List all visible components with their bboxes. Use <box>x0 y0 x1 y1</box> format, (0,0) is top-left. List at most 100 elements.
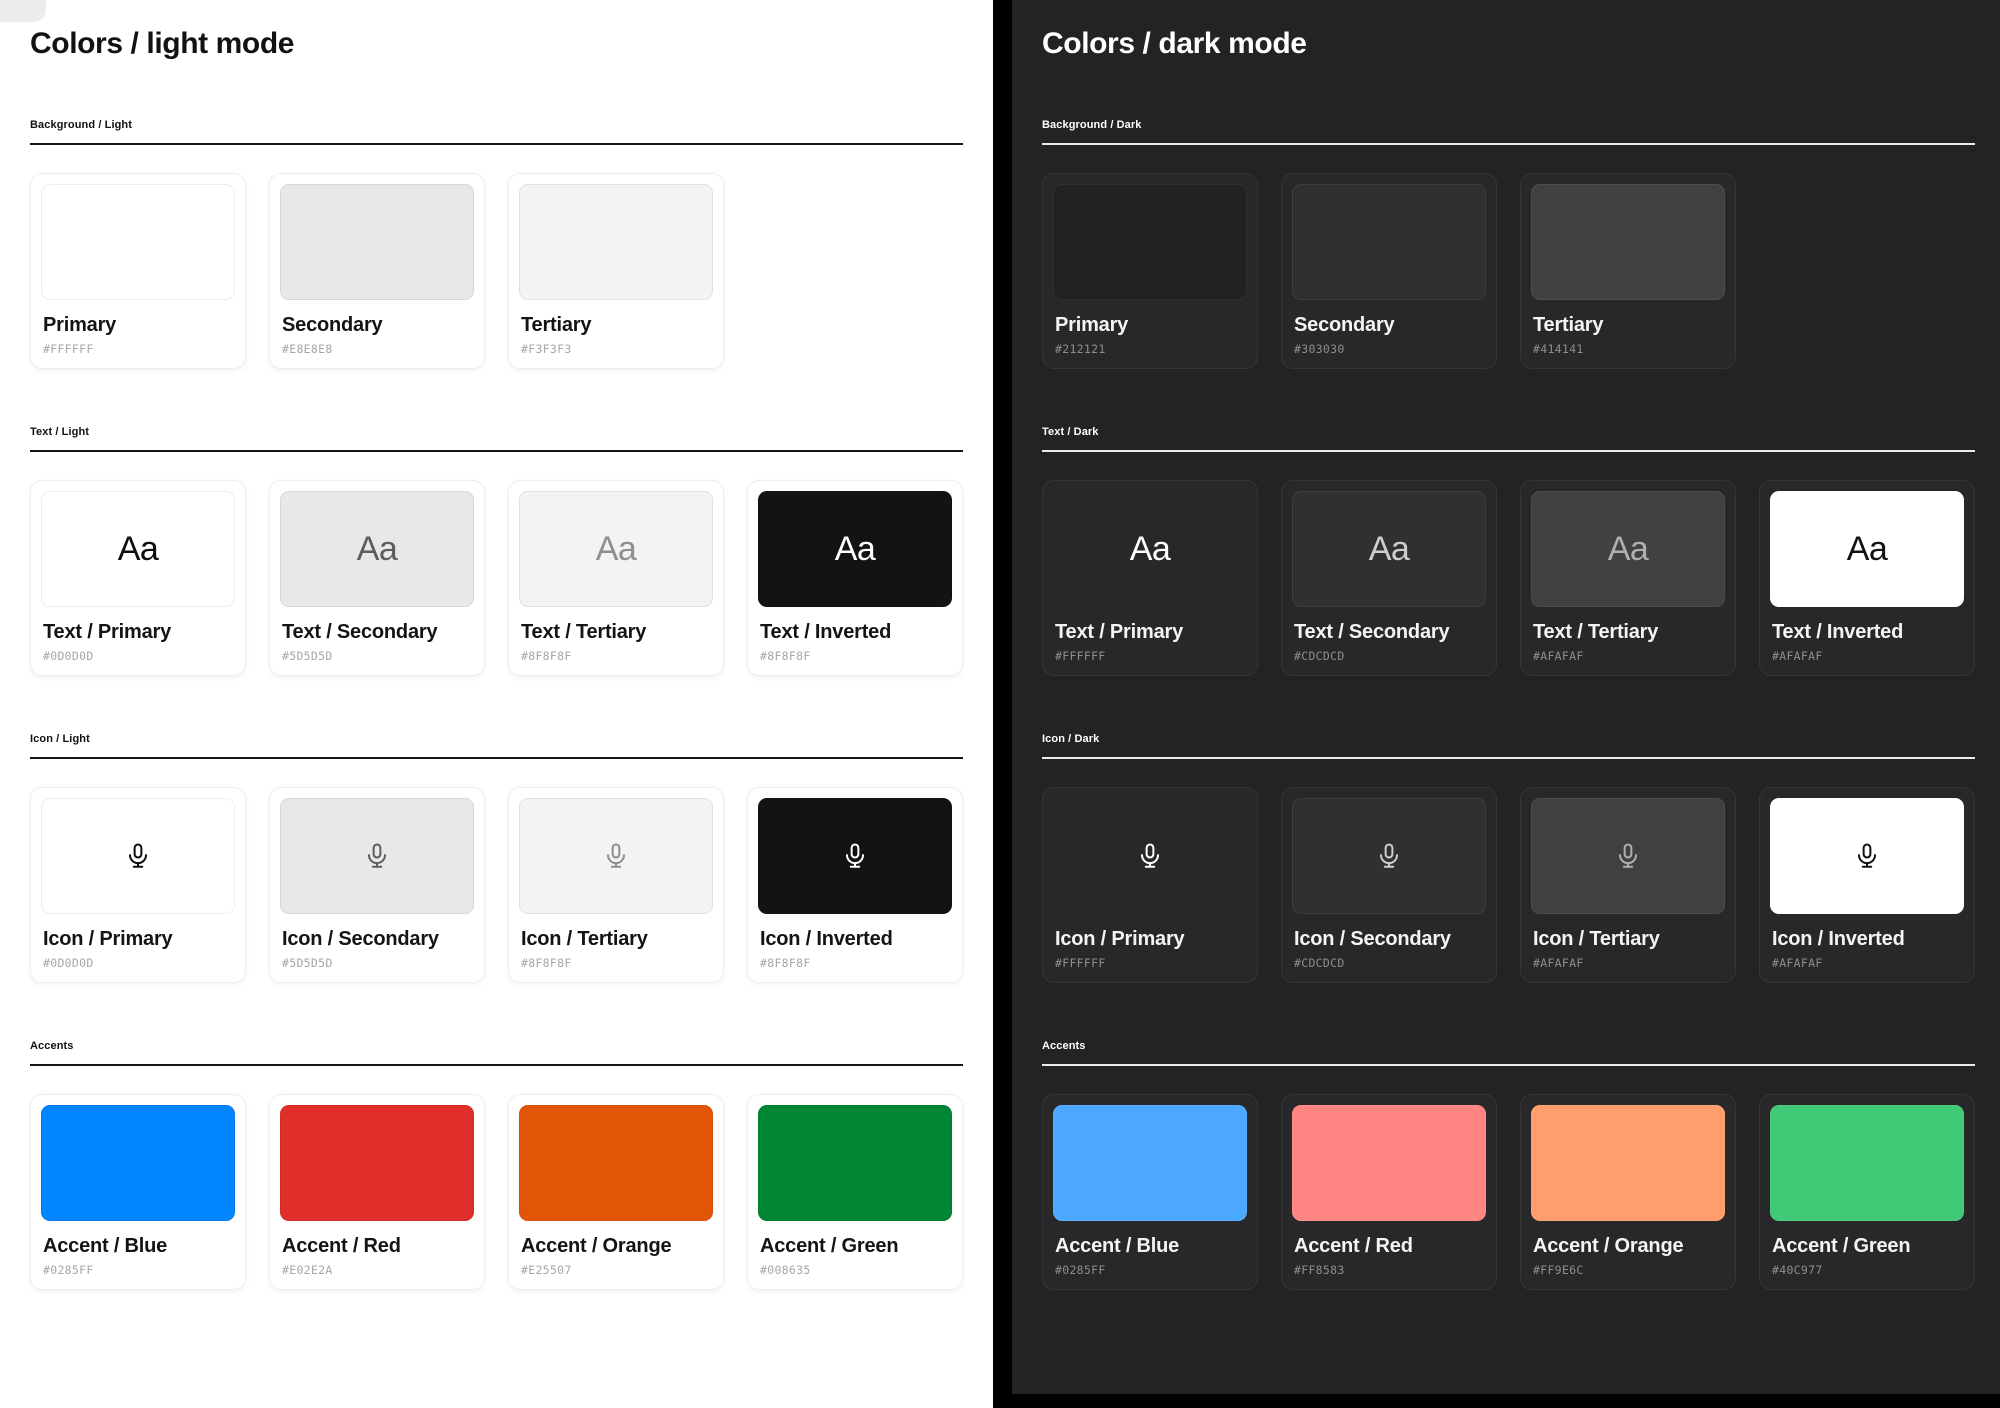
color-section: Icon / LightIcon / Primary#0D0D0DIcon / … <box>30 733 963 983</box>
color-name: Icon / Primary <box>1053 927 1247 951</box>
color-card: Accent / Red #FF8583 <box>1281 1094 1497 1290</box>
card-row: Primary#FFFFFFSecondary#E8E8E8Tertiary#F… <box>30 173 963 369</box>
sample-text: Aa <box>835 532 876 566</box>
color-hex-code: #FFFFFF <box>1053 649 1247 663</box>
color-hex-code: #FF8583 <box>1292 1263 1486 1277</box>
color-card: Secondary#303030 <box>1281 173 1497 369</box>
section-label: Accents <box>1042 1040 1975 1052</box>
section-label: Background / Light <box>30 119 963 131</box>
color-swatch: Aa <box>41 491 235 607</box>
sample-text: Aa <box>1847 532 1888 566</box>
section-divider <box>30 757 963 759</box>
color-name: Icon / Inverted <box>1770 927 1964 951</box>
color-swatch <box>519 1105 713 1221</box>
color-hex-code: #8F8F8F <box>519 956 713 970</box>
color-specimen-page: Colors / light modeBackground / LightPri… <box>0 0 2000 1408</box>
color-swatch: Aa <box>1292 491 1486 607</box>
color-swatch <box>1292 184 1486 300</box>
color-card: AaText / Inverted#8F8F8F <box>747 480 963 676</box>
color-card: Aa Text / Primary #0D0D0D <box>30 480 246 676</box>
color-name: Secondary <box>1292 313 1486 337</box>
color-card: Tertiary #414141 <box>1520 173 1736 369</box>
microphone-icon <box>362 841 392 871</box>
color-name: Text / Primary <box>41 620 235 644</box>
color-card: Icon / Secondary #5D5D5D <box>269 787 485 983</box>
color-hex-code: #0285FF <box>1053 1263 1247 1277</box>
section-label: Icon / Dark <box>1042 733 1975 745</box>
color-swatch: Aa <box>1053 491 1247 607</box>
color-hex-code: #008635 <box>758 1263 952 1277</box>
color-hex-code: #F3F3F3 <box>519 342 713 356</box>
color-swatch: Aa <box>758 491 952 607</box>
section-label: Icon / Light <box>30 733 963 745</box>
color-name: Accent / Blue <box>41 1234 235 1258</box>
color-swatch <box>1770 1105 1964 1221</box>
color-card: Accent / Blue #0285FF <box>30 1094 246 1290</box>
color-section: Accents Accent / Blue #0285FF Accent / Red #… <box>30 1040 963 1290</box>
color-hex-code: #FF9E6C <box>1531 1263 1725 1277</box>
color-hex-code: #0285FF <box>41 1263 235 1277</box>
card-row: Accent / Blue#0285FFAccent / Red#FF8583A… <box>1042 1094 1975 1290</box>
section-divider <box>30 143 963 145</box>
color-swatch <box>519 798 713 914</box>
page-title: Colors / dark mode <box>1042 26 1972 62</box>
color-swatch <box>1292 1105 1486 1221</box>
color-swatch <box>280 184 474 300</box>
color-card: Icon / Inverted #AFAFAF <box>1759 787 1975 983</box>
color-swatch <box>280 798 474 914</box>
section-divider <box>1042 757 1975 759</box>
color-hex-code: #8F8F8F <box>758 956 952 970</box>
color-card: Icon / Primary #0D0D0D <box>30 787 246 983</box>
color-name: Icon / Inverted <box>758 927 952 951</box>
color-hex-code: #FFFFFF <box>1053 956 1247 970</box>
color-name: Tertiary <box>1531 313 1725 337</box>
microphone-icon <box>1374 841 1404 871</box>
color-swatch: Aa <box>1770 491 1964 607</box>
color-card: Primary#212121 <box>1042 173 1258 369</box>
color-hex-code: #0D0D0D <box>41 956 235 970</box>
color-card: Icon / Primary #FFFFFF <box>1042 787 1258 983</box>
window-corner-artifact <box>0 0 46 22</box>
color-swatch <box>519 184 713 300</box>
color-hex-code: #AFAFAF <box>1770 956 1964 970</box>
color-swatch: Aa <box>1531 491 1725 607</box>
color-card: Primary#FFFFFF <box>30 173 246 369</box>
color-name: Icon / Primary <box>41 927 235 951</box>
color-hex-code: #CDCDCD <box>1292 649 1486 663</box>
color-name: Accent / Green <box>758 1234 952 1258</box>
color-card: Accent / Orange #FF9E6C <box>1520 1094 1736 1290</box>
color-name: Icon / Secondary <box>1292 927 1486 951</box>
color-name: Secondary <box>280 313 474 337</box>
color-name: Text / Secondary <box>1292 620 1486 644</box>
color-hex-code: #40C977 <box>1770 1263 1964 1277</box>
color-name: Accent / Red <box>280 1234 474 1258</box>
color-card: Icon / Secondary#CDCDCD <box>1281 787 1497 983</box>
color-hex-code: #414141 <box>1531 342 1725 356</box>
color-name: Primary <box>1053 313 1247 337</box>
color-swatch <box>41 1105 235 1221</box>
color-name: Icon / Tertiary <box>519 927 713 951</box>
color-swatch <box>1053 798 1247 914</box>
color-name: Icon / Tertiary <box>1531 927 1725 951</box>
color-hex-code: #0D0D0D <box>41 649 235 663</box>
section-label: Accents <box>30 1040 963 1052</box>
section-label: Text / Light <box>30 426 963 438</box>
section-label: Text / Dark <box>1042 426 1975 438</box>
section-label: Background / Dark <box>1042 119 1975 131</box>
color-name: Accent / Blue <box>1053 1234 1247 1258</box>
color-section: Icon / Dark Icon / Primary #FFFFFF Icon / S… <box>1042 733 1975 983</box>
sample-text: Aa <box>1369 532 1410 566</box>
color-name: Text / Inverted <box>758 620 952 644</box>
color-name: Accent / Red <box>1292 1234 1486 1258</box>
microphone-icon <box>123 841 153 871</box>
color-name: Accent / Orange <box>1531 1234 1725 1258</box>
color-name: Accent / Orange <box>519 1234 713 1258</box>
color-hex-code: #5D5D5D <box>280 956 474 970</box>
card-row: AaText / Primary#0D0D0DAaText / Secondar… <box>30 480 963 676</box>
color-name: Text / Tertiary <box>519 620 713 644</box>
color-swatch <box>758 1105 952 1221</box>
microphone-icon <box>601 841 631 871</box>
microphone-icon <box>1613 841 1643 871</box>
color-card: Secondary#E8E8E8 <box>269 173 485 369</box>
color-name: Icon / Secondary <box>280 927 474 951</box>
